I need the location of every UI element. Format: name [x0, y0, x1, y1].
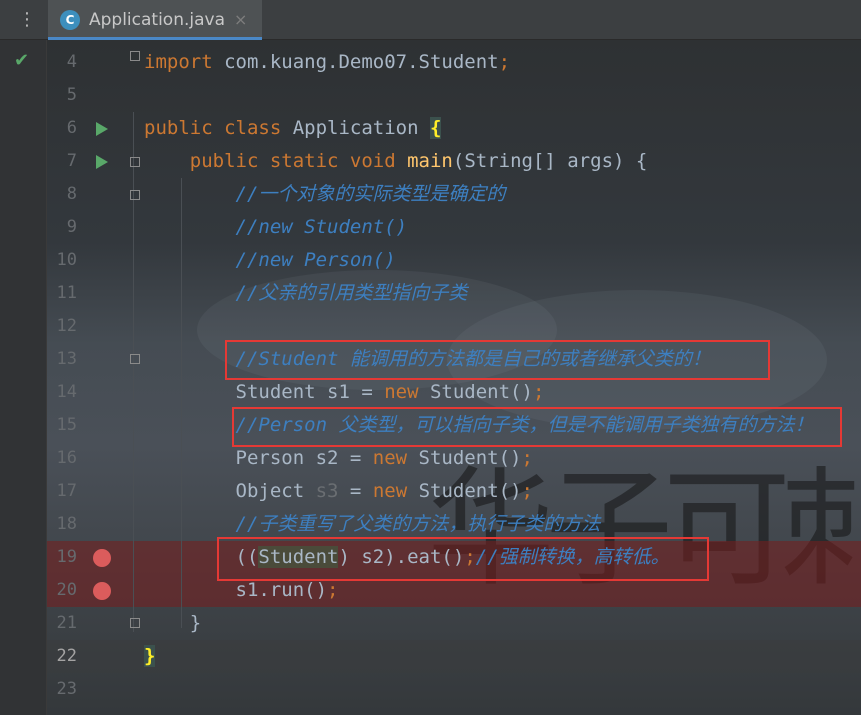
- code-line[interactable]: 21 }: [47, 607, 861, 640]
- fold-icon[interactable]: [130, 354, 140, 364]
- code-token: Application: [292, 117, 430, 139]
- code-text[interactable]: //new Student(): [144, 211, 408, 244]
- code-line[interactable]: 5: [47, 79, 861, 112]
- code-token: {: [430, 117, 442, 139]
- breakpoint-icon[interactable]: [93, 582, 111, 600]
- code-text[interactable]: //new Person(): [144, 244, 396, 277]
- inspection-ok-icon[interactable]: ✔: [14, 52, 29, 70]
- code-token: Student(): [429, 381, 533, 403]
- fold-icon[interactable]: [130, 190, 140, 200]
- breakpoint-icon[interactable]: [93, 549, 111, 567]
- annotation-box: [217, 537, 709, 581]
- code-token: //new Person(): [144, 249, 396, 271]
- code-text[interactable]: //父亲的引用类型指向子类: [144, 277, 468, 310]
- code-token: com.kuang.Demo07.Student: [224, 51, 499, 73]
- code-line[interactable]: 10 //new Person(): [47, 244, 861, 277]
- code-token: Student s1 =: [144, 381, 385, 403]
- code-token: Student(): [418, 447, 522, 469]
- code-line[interactable]: 6 public class Application {: [47, 112, 861, 145]
- code-text[interactable]: Object s3 = new Student();: [144, 475, 533, 508]
- code-line[interactable]: 8 //一个对象的实际类型是确定的: [47, 178, 861, 211]
- code-token: (String[] args) {: [452, 150, 648, 172]
- code-text[interactable]: }: [144, 607, 201, 640]
- code-line[interactable]: 17 Object s3 = new Student();: [47, 475, 861, 508]
- run-icon[interactable]: [96, 122, 108, 136]
- code-token: new: [372, 447, 419, 469]
- run-icon[interactable]: [96, 155, 108, 169]
- code-token: ;: [521, 480, 533, 502]
- fold-icon[interactable]: [130, 157, 140, 167]
- code-text[interactable]: public static void main(String[] args) {: [144, 145, 648, 178]
- code-line[interactable]: 9 //new Student(): [47, 211, 861, 244]
- code-token: ;: [498, 51, 511, 73]
- code-token: ;: [532, 381, 545, 403]
- code-token: new: [372, 480, 419, 502]
- code-token: main: [407, 150, 453, 172]
- left-gutter: [0, 40, 47, 715]
- tab-application-java[interactable]: C Application.java ×: [48, 0, 262, 40]
- code-token: Student(): [418, 480, 522, 502]
- code-token: public static void: [144, 150, 408, 172]
- code-text[interactable]: //一个对象的实际类型是确定的: [144, 178, 506, 211]
- code-line[interactable]: 14 Student s1 = new Student();: [47, 376, 861, 409]
- code-line[interactable]: 11 //父亲的引用类型指向子类: [47, 277, 861, 310]
- code-editor[interactable]: 华子可刺 4 import com.kuang.Demo07.Student; 5 6…: [47, 40, 861, 715]
- annotation-box: [225, 340, 770, 380]
- code-token: public class: [144, 117, 293, 139]
- code-token: //父亲的引用类型指向子类: [144, 282, 468, 304]
- code-token: Object: [144, 480, 316, 502]
- code-line[interactable]: 7 public static void main(String[] args)…: [47, 145, 861, 178]
- code-token: //new Student(): [144, 216, 408, 238]
- code-token: new: [384, 381, 430, 403]
- editor-tab-bar: ⋮ C Application.java ×: [0, 0, 861, 40]
- code-token: }: [144, 612, 202, 634]
- code-token: ;: [327, 579, 339, 601]
- gutter-markers: [47, 40, 147, 715]
- code-token: =: [338, 480, 373, 502]
- code-line[interactable]: 4 import com.kuang.Demo07.Student;: [47, 46, 861, 79]
- annotation-box: [232, 407, 842, 447]
- code-token: //子类重写了父类的方法，执行子类的方法: [144, 513, 601, 535]
- code-text[interactable]: Student s1 = new Student();: [144, 376, 545, 409]
- code-token: s3: [315, 480, 339, 502]
- code-token: import: [144, 51, 225, 73]
- code-token: //一个对象的实际类型是确定的: [144, 183, 506, 205]
- code-token: s1.run(): [144, 579, 328, 601]
- tab-title: Application.java: [89, 10, 226, 30]
- code-text[interactable]: public class Application {: [144, 112, 442, 145]
- code-line[interactable]: 12: [47, 310, 861, 343]
- java-class-icon: C: [60, 10, 80, 30]
- fold-icon[interactable]: [130, 618, 140, 628]
- close-tab-icon[interactable]: ×: [234, 9, 247, 31]
- more-options-icon[interactable]: ⋮: [18, 9, 36, 31]
- fold-icon[interactable]: [130, 51, 140, 61]
- code-token: Person s2 =: [144, 447, 373, 469]
- code-token: ;: [521, 447, 533, 469]
- code-line[interactable]: 23: [47, 673, 861, 706]
- code-text[interactable]: import com.kuang.Demo07.Student;: [144, 46, 510, 79]
- code-line[interactable]: 22}: [47, 640, 861, 673]
